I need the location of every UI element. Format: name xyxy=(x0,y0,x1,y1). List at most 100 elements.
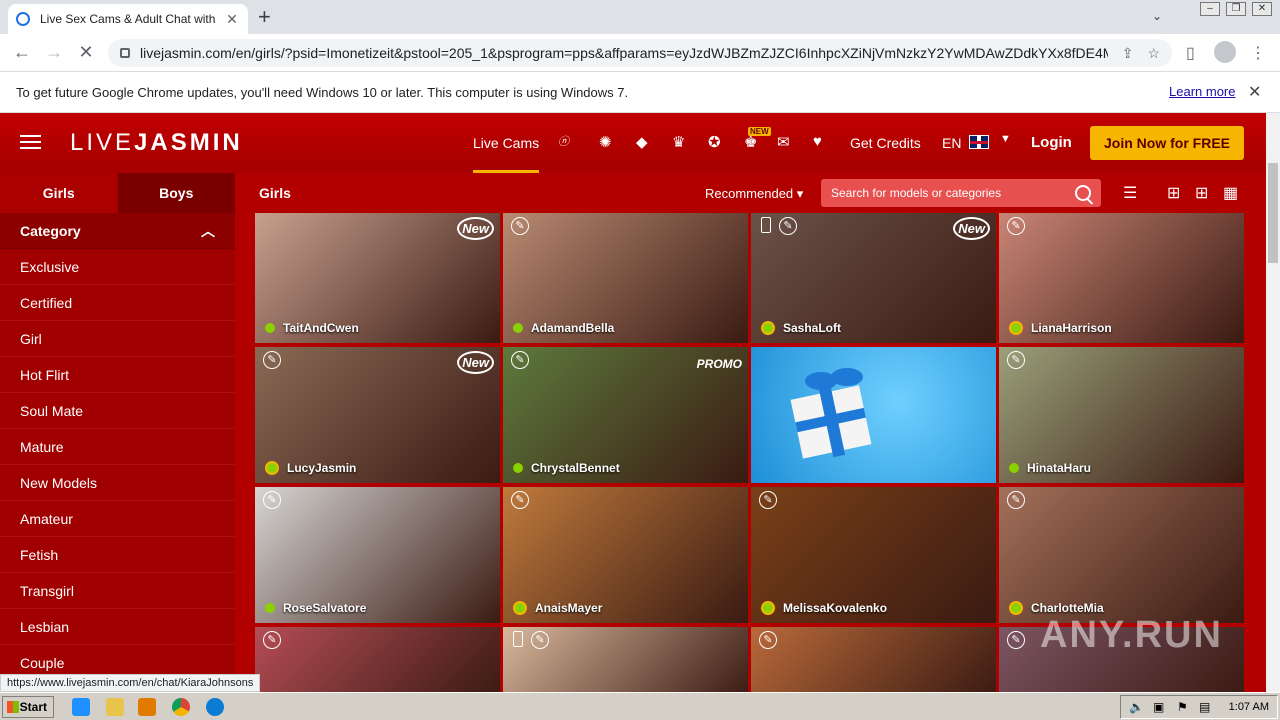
chevron-up-icon[interactable]: ︿ xyxy=(201,221,215,241)
explorer-icon[interactable] xyxy=(106,698,124,716)
feather-icon: ✎ xyxy=(1007,491,1025,509)
model-name: LucyJasmin xyxy=(287,461,357,475)
hamburger-menu-icon[interactable] xyxy=(20,135,41,149)
stop-icon[interactable]: ✕ xyxy=(74,42,98,63)
model-name: AdamandBella xyxy=(531,321,615,335)
online-status-icon xyxy=(1009,601,1023,615)
search-input[interactable] xyxy=(831,186,1075,200)
model-card[interactable]: ✎ HinataHaru xyxy=(999,347,1244,483)
online-status-icon xyxy=(265,461,279,475)
large-grid-icon[interactable]: ▦ xyxy=(1223,183,1238,203)
media-player-icon[interactable] xyxy=(138,698,156,716)
windows-taskbar: Start 🔈 ▣ ⚑ ▤ 1:07 AM xyxy=(0,692,1280,720)
new-models-icon[interactable]: ⓝ xyxy=(558,133,569,149)
restore-button[interactable]: ❐ xyxy=(1226,2,1246,16)
online-status-icon xyxy=(265,603,275,613)
model-card[interactable]: ✎ New TaitAndCwen xyxy=(255,213,500,343)
ie-icon[interactable] xyxy=(72,698,90,716)
sidebar-item-hot-flirt[interactable]: Hot Flirt xyxy=(0,357,235,393)
chrome-icon[interactable] xyxy=(172,698,190,716)
flag-icon[interactable]: ⚑ xyxy=(1177,700,1188,714)
bookmark-star-icon[interactable]: ☆ xyxy=(1147,45,1160,62)
close-window-button[interactable]: ✕ xyxy=(1252,2,1272,16)
learn-more-link[interactable]: Learn more xyxy=(1169,84,1235,99)
nav-live-cams[interactable]: Live Cams xyxy=(473,135,539,151)
sort-dropdown[interactable]: Recommended ▾ xyxy=(705,186,803,202)
page-scrollbar[interactable] xyxy=(1266,113,1280,692)
network-icon[interactable]: ▣ xyxy=(1153,700,1164,714)
model-card[interactable]: ✎ MelissaKovalenko xyxy=(751,487,996,623)
tab-search-icon[interactable]: ⌄ xyxy=(1152,9,1162,23)
action-center-icon[interactable]: ▤ xyxy=(1199,700,1210,714)
model-card[interactable]: ✎ xyxy=(751,627,996,692)
side-panel-icon[interactable]: ▯ xyxy=(1186,43,1195,63)
model-card[interactable]: ✎ RoseSalvatore xyxy=(255,487,500,623)
lock-icon[interactable] xyxy=(120,48,130,58)
tab-strip: Live Sex Cams & Adult Chat with We ✕ + ⌄… xyxy=(0,0,1280,34)
sidebar-item-new-models[interactable]: New Models xyxy=(0,465,235,501)
gift-promo-card[interactable] xyxy=(751,347,996,483)
discount-icon[interactable]: ✺ xyxy=(599,133,612,151)
browser-tab[interactable]: Live Sex Cams & Adult Chat with We ✕ xyxy=(8,4,248,34)
address-bar[interactable]: livejasmin.com/en/girls/?psid=Imonetizei… xyxy=(108,39,1172,67)
site-logo[interactable]: LIVEJASMIN xyxy=(70,129,243,157)
sidebar-item-amateur[interactable]: Amateur xyxy=(0,501,235,537)
sidebar-item-girl[interactable]: Girl xyxy=(0,321,235,357)
feather-icon: ✎ xyxy=(1007,631,1025,649)
volume-icon[interactable]: 🔈 xyxy=(1129,700,1144,714)
new-badge: New xyxy=(457,217,494,240)
share-icon[interactable]: ⇪ xyxy=(1122,45,1134,62)
sidebar-item-soul-mate[interactable]: Soul Mate xyxy=(0,393,235,429)
page-title: Girls xyxy=(259,185,291,201)
list-view-icon[interactable]: ☰ xyxy=(1123,183,1137,203)
sidebar-item-exclusive[interactable]: Exclusive xyxy=(0,249,235,285)
small-grid-icon[interactable]: ⊞ xyxy=(1167,183,1180,203)
model-card[interactable]: ✎ New SashaLoft xyxy=(751,213,996,343)
menu-dots-icon[interactable]: ⋮ xyxy=(1250,43,1266,63)
get-credits-link[interactable]: Get Credits xyxy=(850,135,921,151)
scrollbar-thumb[interactable] xyxy=(1268,163,1278,263)
profile-avatar[interactable] xyxy=(1214,41,1236,63)
minimize-button[interactable]: – xyxy=(1200,2,1220,16)
diamond-icon[interactable]: ◆ xyxy=(636,133,648,151)
login-button[interactable]: Login xyxy=(1031,134,1072,151)
model-card[interactable]: ✎ PROMO ChrystalBennet xyxy=(503,347,748,483)
sidebar-item-mature[interactable]: Mature xyxy=(0,429,235,465)
model-card[interactable]: ✎ New LucyJasmin xyxy=(255,347,500,483)
model-name: SashaLoft xyxy=(783,321,842,335)
new-tab-button[interactable]: + xyxy=(258,6,271,28)
model-card[interactable]: ✎ AnaisMayer xyxy=(503,487,748,623)
sidebar-item-lesbian[interactable]: Lesbian xyxy=(0,609,235,645)
favorites-heart-icon[interactable]: ♥ xyxy=(813,133,822,150)
infobar-close-icon[interactable]: ✕ xyxy=(1248,82,1261,102)
model-name: LianaHarrison xyxy=(1031,321,1112,335)
sidebar-item-fetish[interactable]: Fetish xyxy=(0,537,235,573)
model-name: HinataHaru xyxy=(1027,461,1092,475)
sidebar-item-certified[interactable]: Certified xyxy=(0,285,235,321)
model-card[interactable]: ✎ xyxy=(255,627,500,692)
start-button[interactable]: Start xyxy=(2,696,54,718)
back-icon[interactable]: ← xyxy=(10,42,34,63)
model-card[interactable]: ✎ LianaHarrison xyxy=(999,213,1244,343)
crown-icon[interactable]: ♛ xyxy=(672,133,685,151)
online-status-icon xyxy=(513,601,527,615)
chevron-down-icon[interactable]: ▼ xyxy=(1000,133,1011,145)
language-selector[interactable]: EN xyxy=(942,135,961,151)
model-card[interactable]: ✎ xyxy=(503,627,748,692)
model-card[interactable]: ✎ CharlotteMia xyxy=(999,487,1244,623)
model-card[interactable]: ✎ AdamandBella xyxy=(503,213,748,343)
sidebar-item-transgirl[interactable]: Transgirl xyxy=(0,573,235,609)
edge-icon[interactable] xyxy=(206,698,224,716)
medium-grid-icon[interactable]: ⊞ xyxy=(1195,183,1208,203)
model-name: CharlotteMia xyxy=(1031,601,1104,615)
tab-boys[interactable]: Boys xyxy=(117,173,235,213)
join-button[interactable]: Join Now for FREE xyxy=(1090,126,1244,160)
fan-club-icon[interactable]: ✪ xyxy=(708,133,721,151)
mail-icon[interactable]: ✉ xyxy=(777,133,790,151)
search-icon[interactable] xyxy=(1075,185,1091,201)
tab-girls[interactable]: Girls xyxy=(0,173,118,213)
uk-flag-icon[interactable] xyxy=(969,135,989,149)
forward-icon[interactable]: → xyxy=(42,42,66,63)
close-tab-icon[interactable]: ✕ xyxy=(224,11,240,28)
category-header[interactable]: Category ︿ xyxy=(0,213,235,249)
